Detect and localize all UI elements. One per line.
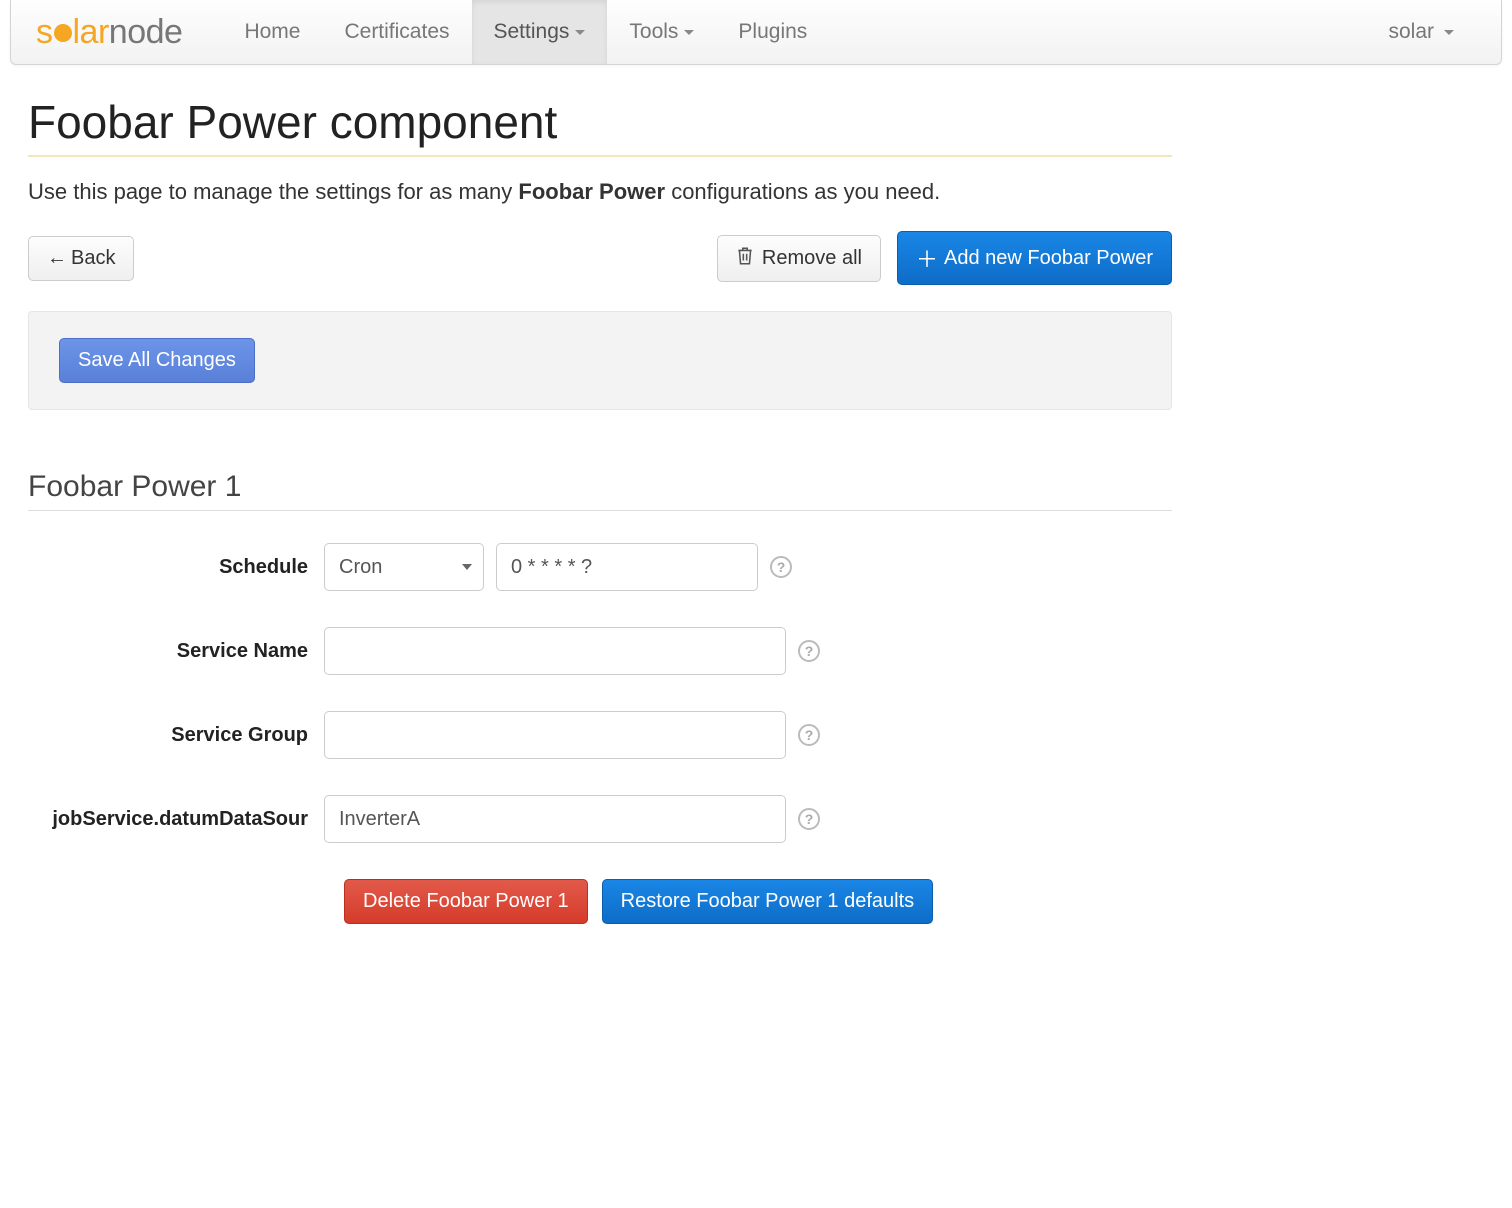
row-service-name: Service Name ?	[28, 627, 1172, 675]
delete-label: Delete Foobar Power 1	[363, 890, 569, 913]
brand-logo[interactable]: slarnode	[36, 13, 182, 52]
actions-row: ← Back Remove all ＋ Add new Foobar Power	[28, 231, 1172, 285]
add-new-button[interactable]: ＋ Add new Foobar Power	[897, 231, 1172, 285]
schedule-label: Schedule	[28, 556, 324, 579]
row-service-group: Service Group ?	[28, 711, 1172, 759]
nav-plugins-label: Plugins	[738, 20, 807, 44]
service-group-input[interactable]	[324, 711, 786, 759]
instance-heading: Foobar Power 1	[28, 470, 1172, 511]
datasource-input[interactable]	[324, 795, 786, 843]
page-title: Foobar Power component	[28, 95, 1172, 157]
nav-tools-label: Tools	[629, 20, 678, 44]
back-label: Back	[71, 247, 115, 270]
save-all-label: Save All Changes	[78, 349, 236, 372]
service-name-label: Service Name	[28, 640, 324, 663]
brand-dot-icon	[54, 24, 72, 42]
nav-settings[interactable]: Settings	[472, 0, 608, 64]
save-all-button[interactable]: Save All Changes	[59, 338, 255, 383]
nav-home[interactable]: Home	[222, 0, 322, 64]
nav-certificates-label: Certificates	[344, 20, 449, 44]
remove-all-label: Remove all	[762, 247, 862, 270]
arrow-left-icon: ←	[47, 247, 67, 270]
chevron-down-icon	[575, 30, 585, 35]
instance-button-row: Delete Foobar Power 1 Restore Foobar Pow…	[324, 879, 1172, 924]
back-button[interactable]: ← Back	[28, 236, 134, 281]
help-icon[interactable]: ?	[798, 808, 820, 830]
row-schedule: Schedule Cron ?	[28, 543, 1172, 591]
service-name-input[interactable]	[324, 627, 786, 675]
remove-all-button[interactable]: Remove all	[717, 235, 881, 282]
nav-plugins[interactable]: Plugins	[716, 0, 829, 64]
add-new-label: Add new Foobar Power	[944, 247, 1153, 270]
save-well: Save All Changes	[28, 311, 1172, 410]
nav-settings-label: Settings	[494, 20, 570, 44]
lead-pre: Use this page to manage the settings for…	[28, 179, 518, 204]
nav-certificates[interactable]: Certificates	[322, 0, 471, 64]
chevron-down-icon	[1444, 30, 1454, 35]
brand-text-s: s	[36, 13, 53, 52]
help-icon[interactable]: ?	[798, 724, 820, 746]
brand-text-lar: lar	[73, 13, 109, 52]
row-datasource: jobService.datumDataSour ?	[28, 795, 1172, 843]
help-icon[interactable]: ?	[770, 556, 792, 578]
brand-text-node: node	[109, 13, 183, 52]
nav-user-menu[interactable]: solar	[1366, 0, 1476, 64]
chevron-down-icon	[684, 30, 694, 35]
schedule-value-input[interactable]	[496, 543, 758, 591]
nav-items: Home Certificates Settings Tools Plugins	[222, 0, 829, 64]
datasource-label: jobService.datumDataSour	[28, 808, 324, 831]
lead-post: configurations as you need.	[665, 179, 940, 204]
help-icon[interactable]: ?	[798, 640, 820, 662]
schedule-type-select[interactable]: Cron	[324, 543, 484, 591]
restore-label: Restore Foobar Power 1 defaults	[621, 890, 915, 913]
service-group-label: Service Group	[28, 724, 324, 747]
restore-defaults-button[interactable]: Restore Foobar Power 1 defaults	[602, 879, 934, 924]
delete-instance-button[interactable]: Delete Foobar Power 1	[344, 879, 588, 924]
lead-bold: Foobar Power	[518, 179, 665, 204]
nav-tools[interactable]: Tools	[607, 0, 716, 64]
trash-icon	[736, 246, 754, 271]
nav-home-label: Home	[244, 20, 300, 44]
nav-user-label: solar	[1388, 20, 1434, 44]
plus-icon: ＋	[916, 242, 938, 274]
page-lead: Use this page to manage the settings for…	[28, 179, 1172, 205]
top-navbar: slarnode Home Certificates Settings Tool…	[10, 0, 1502, 65]
